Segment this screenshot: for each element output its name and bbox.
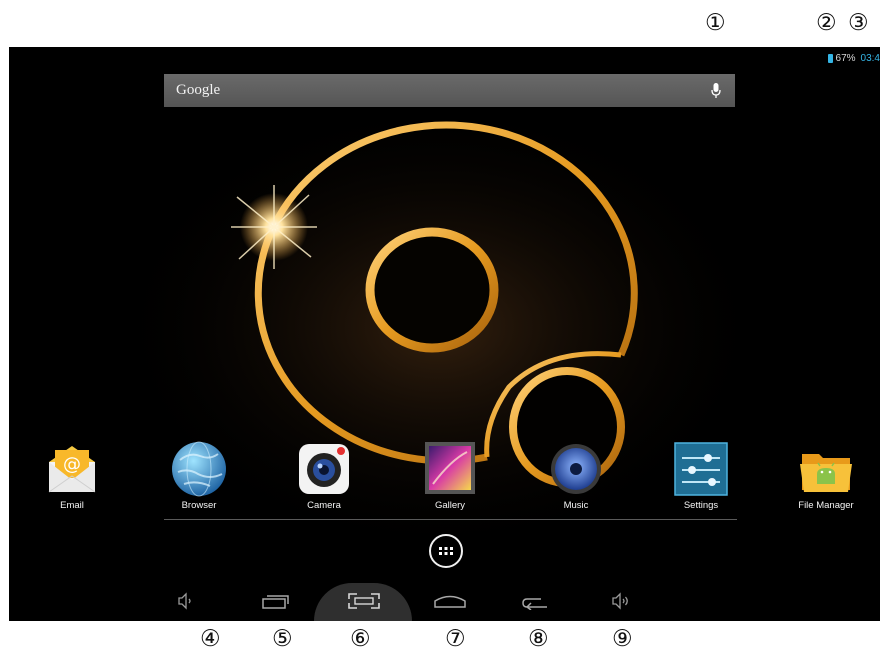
app-label: Email	[60, 500, 84, 511]
back-icon[interactable]	[521, 594, 551, 610]
app-file-manager[interactable]: File Manager	[781, 440, 871, 511]
tablet-screen: 67% 03:4 Google @ Email Browser Camera G…	[9, 47, 880, 621]
microphone-icon[interactable]	[711, 82, 721, 99]
speaker-icon	[547, 440, 605, 498]
callout-9: ⑨	[612, 626, 633, 652]
search-label: Google	[176, 82, 221, 98]
app-music[interactable]: Music	[531, 440, 621, 511]
settings-sliders-icon	[672, 440, 730, 498]
callout-6: ⑥	[350, 626, 371, 652]
email-icon: @	[43, 440, 101, 498]
svg-text:@: @	[63, 454, 81, 475]
callout-3: ③	[848, 10, 869, 36]
globe-icon	[170, 440, 228, 498]
google-search-bar[interactable]: Google	[164, 74, 735, 107]
callout-2: ②	[816, 10, 837, 36]
screenshot-icon[interactable]	[347, 592, 381, 610]
status-bar: 67% 03:4	[827, 50, 880, 66]
volume-down-icon[interactable]	[177, 592, 193, 610]
dock-divider	[164, 519, 737, 520]
callout-4: ④	[200, 626, 221, 652]
app-label: Browser	[181, 500, 217, 511]
app-email[interactable]: @ Email	[27, 440, 117, 511]
app-label: Music	[563, 500, 589, 511]
battery-percent: 67%	[835, 52, 856, 64]
callout-7: ⑦	[445, 626, 466, 652]
app-browser[interactable]: Browser	[154, 440, 244, 511]
app-label: Camera	[307, 500, 341, 511]
navigation-bar	[9, 583, 880, 621]
callout-5: ⑤	[272, 626, 293, 652]
callout-8: ⑧	[528, 626, 549, 652]
app-label: Settings	[683, 500, 719, 511]
volume-up-icon[interactable]	[611, 592, 631, 610]
gallery-icon	[421, 440, 479, 498]
home-icon[interactable]	[433, 594, 467, 608]
app-camera[interactable]: Camera	[279, 440, 369, 511]
folder-android-icon	[797, 440, 855, 498]
camera-icon	[295, 440, 353, 498]
app-label: Gallery	[434, 500, 466, 511]
clock: 03:4	[860, 52, 880, 64]
recent-apps-icon[interactable]	[261, 593, 291, 609]
app-drawer-button[interactable]	[429, 534, 463, 568]
app-settings[interactable]: Settings	[656, 440, 746, 511]
app-gallery[interactable]: Gallery	[405, 440, 495, 511]
app-label: File Manager	[798, 500, 854, 511]
callout-1: ①	[705, 10, 726, 36]
battery-icon	[827, 53, 833, 63]
app-grid-icon	[439, 547, 453, 555]
